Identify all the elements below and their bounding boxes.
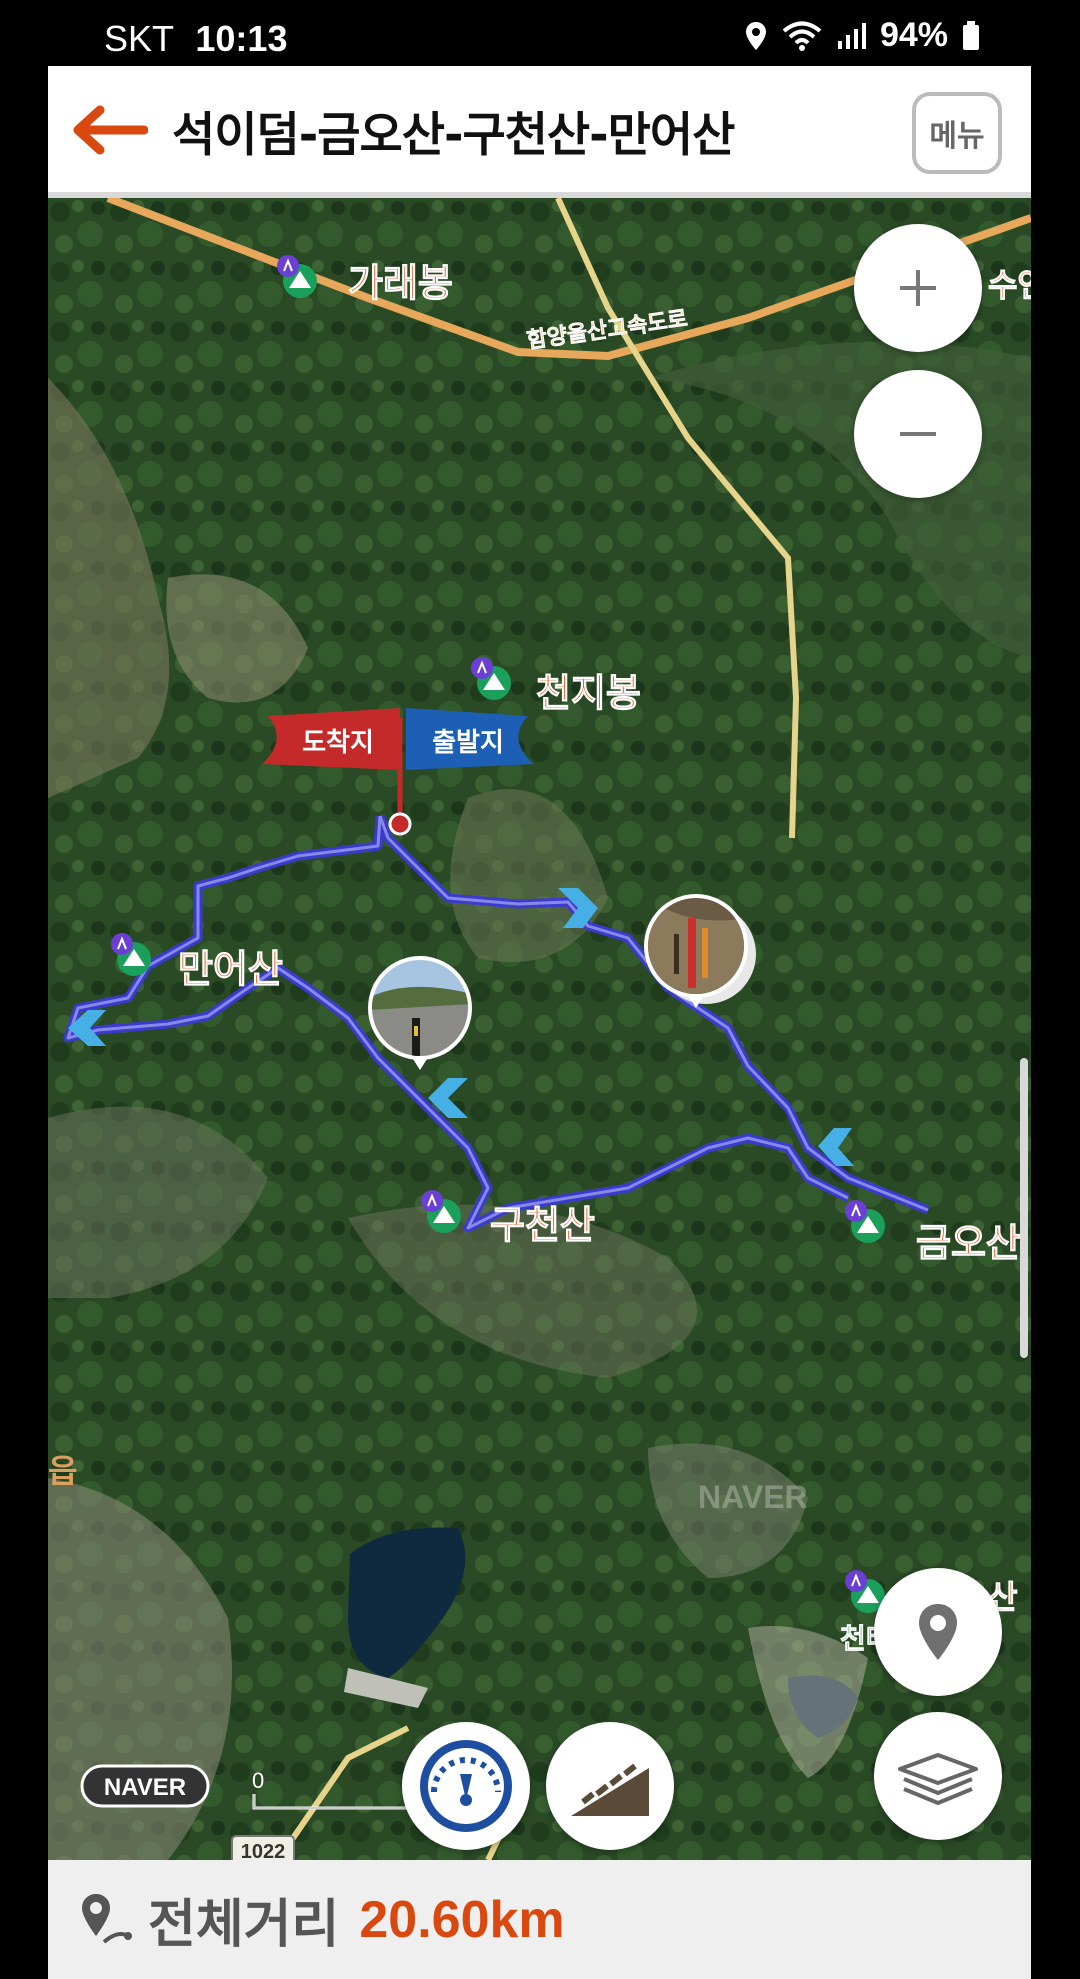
start-flag-label: 출발지 [432, 728, 504, 758]
status-bar: SKT 10:13 94% [0, 0, 1080, 66]
side-scroll-handle[interactable] [1020, 1058, 1028, 1358]
elevation-profile-button[interactable] [546, 1722, 674, 1850]
peak-label: 금오산 [916, 1221, 1021, 1265]
partial-place-label: 읍 [48, 1452, 77, 1490]
app-header: 석이덤-금오산-구천산-만어산 메뉴 [48, 66, 1031, 198]
route-shield: 1022 [231, 1835, 295, 1860]
peak-label: 천지봉 [536, 671, 641, 715]
map-view[interactable]: 도착지 출발지 가래봉 천지봉 만어산 구천산 금오산 함양울산고속도로 수 읍… [48, 198, 1031, 1860]
naver-watermark: NAVER [698, 1479, 808, 1515]
layers-icon [898, 1753, 978, 1805]
peak-label: 만어산 [178, 947, 283, 991]
carrier-label: SKT [104, 18, 174, 59]
speedometer-icon [420, 1740, 512, 1832]
partial-place-label: 수연 [988, 266, 1031, 304]
page-title: 석이덤-금오산-구천산-만어산 [172, 108, 735, 163]
slope-icon [571, 1755, 649, 1816]
app-screen: 석이덤-금오산-구천산-만어산 메뉴 도착지 출발지 가래봉 천지봉 만어산 구… [48, 66, 1031, 1979]
my-location-button[interactable] [874, 1568, 1002, 1696]
wifi-icon [782, 21, 822, 51]
back-button[interactable] [68, 102, 149, 158]
route-number: 1022 [241, 1841, 286, 1860]
plus-icon [900, 270, 936, 306]
clock: 10:13 [195, 18, 288, 59]
peak-label: 가래봉 [348, 261, 453, 305]
menu-button-label: 메뉴 [929, 119, 985, 154]
signal-icon [837, 22, 866, 49]
scale-zero-label: 0 [252, 1768, 264, 1793]
battery-icon [963, 20, 979, 50]
end-flag-label: 도착지 [302, 728, 374, 758]
minus-icon [900, 432, 936, 436]
peak-label: 구천산 [490, 1203, 595, 1247]
zoom-in-button[interactable] [854, 224, 982, 352]
route-summary-panel: 전체거리 20.60km [48, 1860, 1031, 1979]
total-distance-row: 전체거리 20.60km [78, 1882, 565, 1957]
location-icon [745, 21, 766, 50]
naver-logo: NAVER [80, 1764, 210, 1808]
map-layers-button[interactable] [874, 1712, 1002, 1840]
naver-logo-text: NAVER [104, 1774, 186, 1801]
speed-gauge-button[interactable] [402, 1722, 530, 1850]
battery-percent: 94% [879, 16, 948, 54]
distance-pin-icon [82, 1893, 132, 1944]
zoom-out-button[interactable] [854, 370, 982, 498]
arrow-left-icon [73, 105, 149, 155]
total-distance-value: 20.60km [359, 1890, 565, 1949]
total-distance-label: 전체거리 [148, 1896, 340, 1954]
menu-button[interactable]: 메뉴 [912, 92, 1002, 174]
location-pin-icon [919, 1604, 957, 1660]
